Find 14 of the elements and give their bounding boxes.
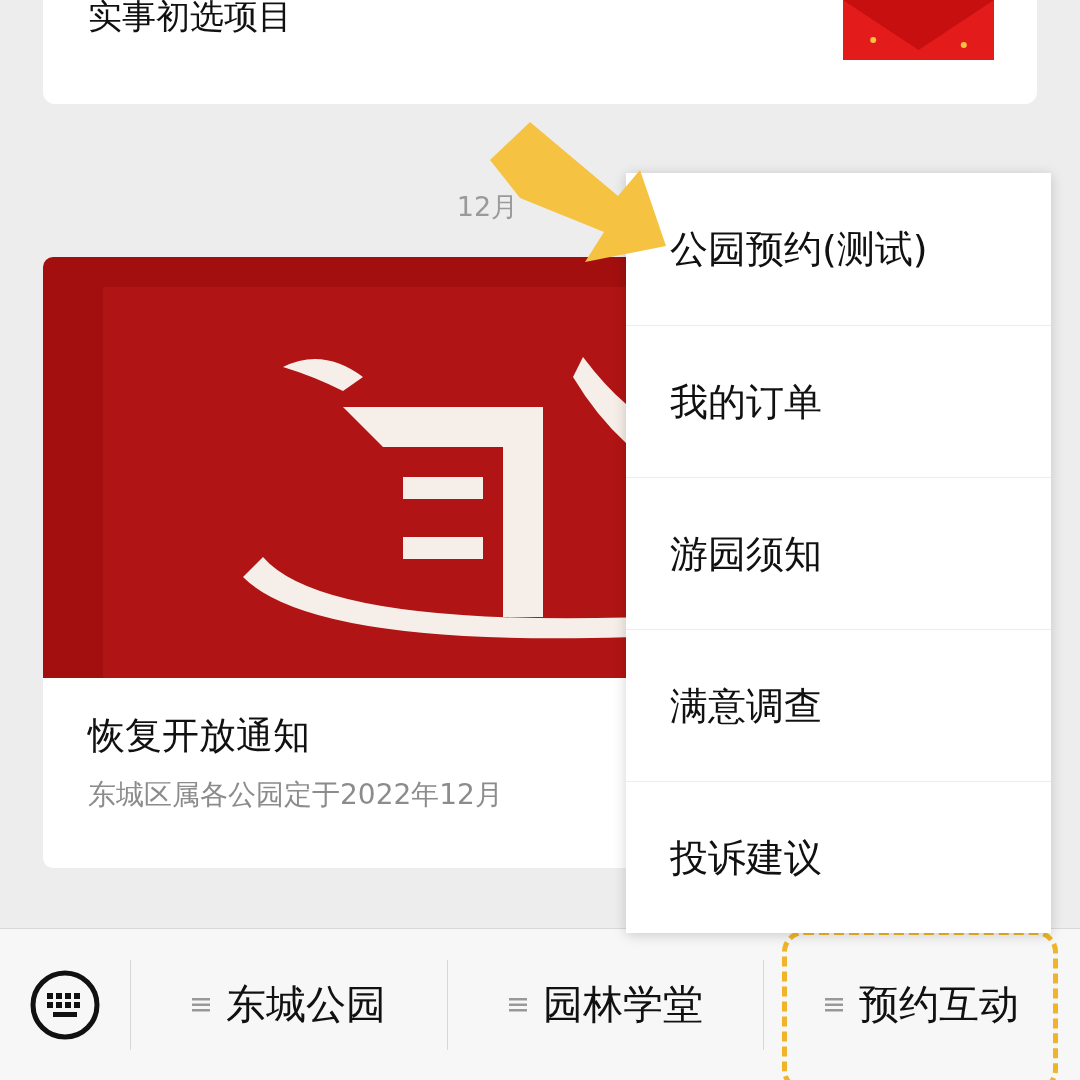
menu-tab[interactable]: 东城公园 bbox=[225, 977, 386, 1032]
menu-item[interactable]: 投诉建议 bbox=[626, 781, 1051, 933]
menu-icon bbox=[191, 996, 210, 1013]
date-label: 12月 bbox=[456, 191, 519, 222]
menu-item[interactable]: 游园须知 bbox=[626, 477, 1051, 629]
article-summary: 东城区属各公园定于2022年12月 bbox=[88, 777, 504, 813]
menu-tab[interactable]: 预约互动 bbox=[859, 977, 1020, 1032]
keyboard-icon[interactable] bbox=[29, 968, 101, 1041]
menu-item[interactable]: 我的订单 bbox=[626, 325, 1051, 477]
menu-item[interactable]: 满意调查 bbox=[626, 629, 1051, 781]
article-title: 恢复开放通知 bbox=[88, 714, 311, 758]
menu-icon bbox=[508, 996, 527, 1013]
menu-tab[interactable]: 园林学堂 bbox=[542, 977, 703, 1032]
menu-icon bbox=[825, 996, 844, 1013]
